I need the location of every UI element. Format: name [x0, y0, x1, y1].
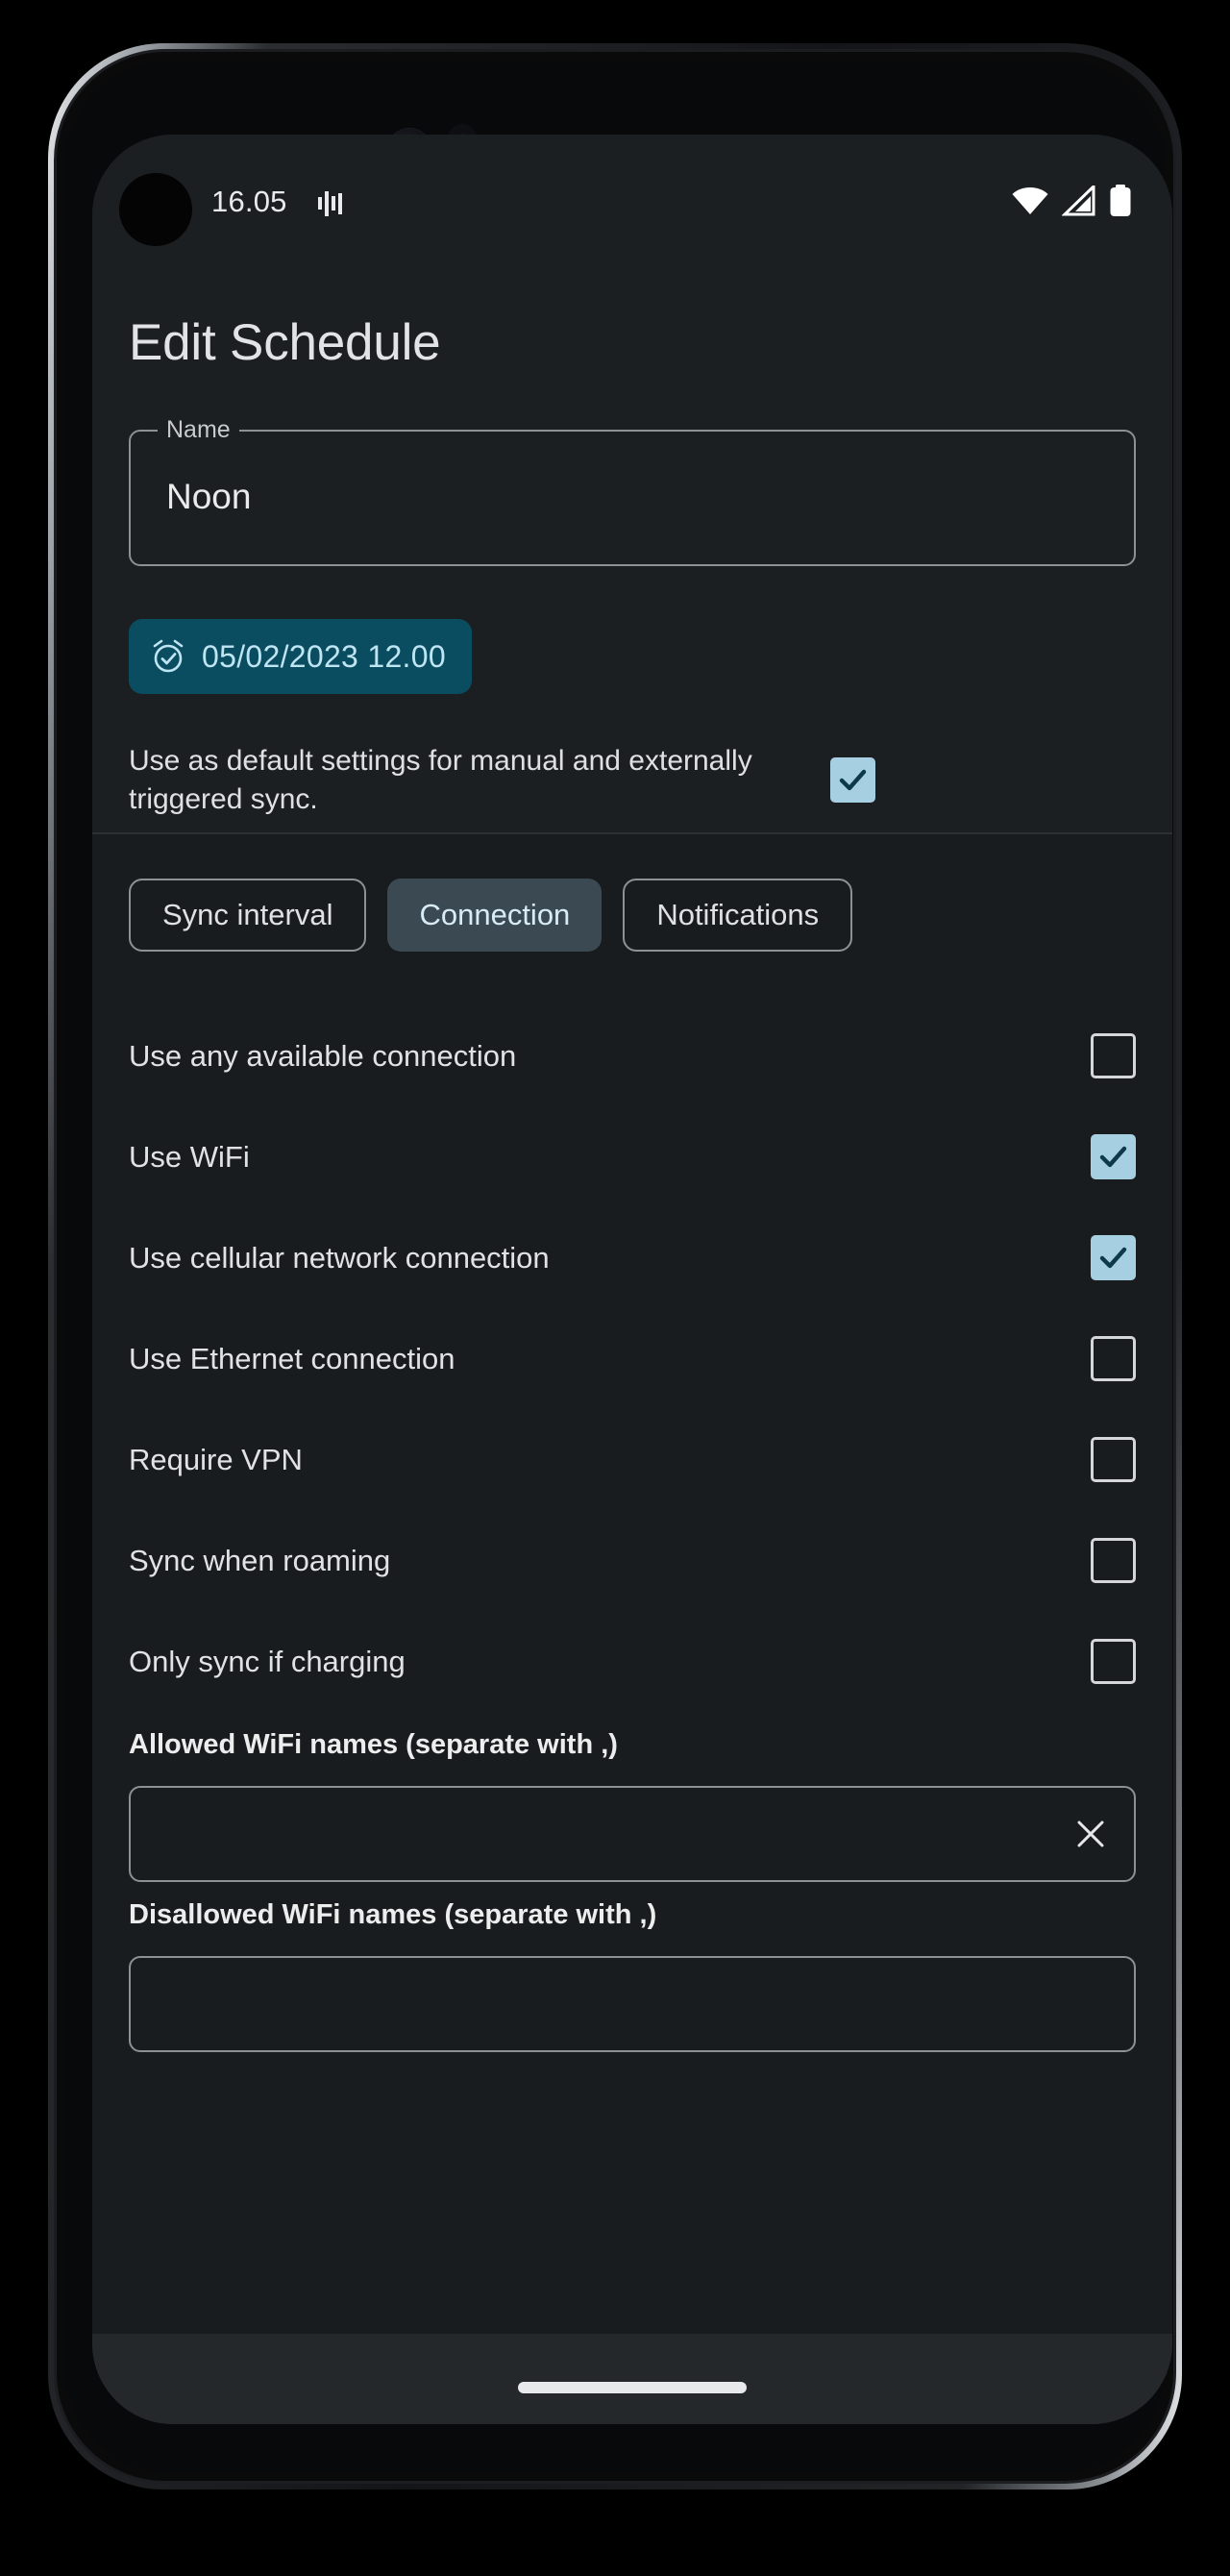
settings-tab-row: Sync interval Connection Notifications [129, 834, 1136, 952]
option-row-use-any-connection[interactable]: Use any available connection [129, 1005, 1136, 1106]
option-row-use-cellular[interactable]: Use cellular network connection [129, 1207, 1136, 1308]
phone-frame: 16.05 Edit Schedule Name Noon 05/02/2023… [48, 43, 1182, 2489]
allowed-wifi-input[interactable] [129, 1786, 1136, 1882]
phone-screen: 16.05 Edit Schedule Name Noon 05/02/2023… [92, 135, 1172, 2424]
tab-connection[interactable]: Connection [387, 879, 603, 952]
disallowed-wifi-heading: Disallowed WiFi names (separate with ,) [129, 1899, 657, 1930]
disallowed-wifi-input[interactable] [129, 1956, 1136, 2052]
option-checkbox-use-wifi[interactable] [1091, 1134, 1136, 1179]
alarm-check-icon [153, 639, 184, 673]
gesture-home-handle[interactable] [518, 2382, 747, 2393]
tab-label: Notifications [656, 898, 820, 931]
allowed-wifi-section: Allowed WiFi names (separate with ,) [129, 1729, 1136, 1882]
connection-settings-pane: Sync interval Connection Notifications U… [92, 834, 1172, 2424]
system-navigation-bar [92, 2334, 1172, 2424]
name-input-value: Noon [166, 477, 252, 516]
status-bar-icons [1011, 185, 1132, 217]
option-row-only-sync-if-charging[interactable]: Only sync if charging [129, 1611, 1136, 1712]
page-title: Edit Schedule [129, 314, 441, 371]
option-checkbox-use-cellular[interactable] [1091, 1235, 1136, 1280]
vibrate-icon [318, 191, 342, 216]
name-input-field[interactable]: Name Noon [129, 416, 1136, 566]
status-bar: 16.05 [92, 165, 1172, 254]
status-bar-clock: 16.05 [211, 185, 287, 218]
allowed-wifi-heading: Allowed WiFi names (separate with ,) [129, 1729, 618, 1760]
default-settings-checkbox[interactable] [830, 757, 875, 804]
checkmark-icon [1099, 1247, 1127, 1269]
option-checkbox-only-sync-if-charging[interactable] [1091, 1639, 1136, 1684]
option-row-require-vpn[interactable]: Require VPN [129, 1409, 1136, 1510]
tab-label: Connection [419, 898, 571, 931]
option-label: Sync when roaming [129, 1543, 391, 1577]
option-checkbox-use-any-connection[interactable] [1091, 1033, 1136, 1078]
close-x-icon [1077, 1821, 1104, 1847]
default-settings-label: Use as default settings for manual and e… [129, 745, 752, 815]
option-checkbox-use-ethernet[interactable] [1091, 1336, 1136, 1381]
tab-sync-interval[interactable]: Sync interval [129, 879, 367, 952]
camera-punch-hole [119, 173, 192, 246]
allowed-wifi-clear-button[interactable] [1069, 1812, 1113, 1856]
wifi-icon [1012, 187, 1048, 214]
option-row-use-wifi[interactable]: Use WiFi [129, 1106, 1136, 1207]
schedule-datetime-chip[interactable]: 05/02/2023 12.00 [129, 619, 472, 694]
name-input-label: Name [158, 416, 239, 444]
disallowed-wifi-section: Disallowed WiFi names (separate with ,) [129, 1899, 1136, 2052]
option-checkbox-require-vpn[interactable] [1091, 1437, 1136, 1482]
tab-label: Sync interval [162, 898, 333, 931]
tab-notifications[interactable]: Notifications [623, 879, 853, 952]
option-row-sync-when-roaming[interactable]: Sync when roaming [129, 1510, 1136, 1611]
option-label: Use WiFi [129, 1139, 250, 1174]
option-checkbox-sync-when-roaming[interactable] [1091, 1538, 1136, 1583]
option-label: Require VPN [129, 1442, 303, 1476]
connection-option-list: Use any available connection Use WiFi Us… [129, 1005, 1136, 1712]
option-row-use-ethernet[interactable]: Use Ethernet connection [129, 1308, 1136, 1409]
app-surface: 16.05 Edit Schedule Name Noon 05/02/2023… [92, 135, 1172, 2424]
schedule-header-section: Edit Schedule Name Noon 05/02/2023 12.00… [92, 254, 1172, 861]
checkmark-icon [1099, 1146, 1127, 1168]
schedule-datetime-text: 05/02/2023 12.00 [202, 638, 446, 674]
checkmark-icon [839, 770, 867, 791]
phone-bezel: 16.05 Edit Schedule Name Noon 05/02/2023… [65, 61, 1172, 2472]
cellular-signal-icon [1062, 186, 1095, 216]
phone-body: 16.05 Edit Schedule Name Noon 05/02/2023… [54, 49, 1176, 2484]
option-label: Use Ethernet connection [129, 1341, 455, 1375]
battery-icon [1110, 185, 1131, 216]
option-label: Use cellular network connection [129, 1240, 550, 1275]
option-label: Only sync if charging [129, 1644, 406, 1678]
option-label: Use any available connection [129, 1038, 517, 1073]
